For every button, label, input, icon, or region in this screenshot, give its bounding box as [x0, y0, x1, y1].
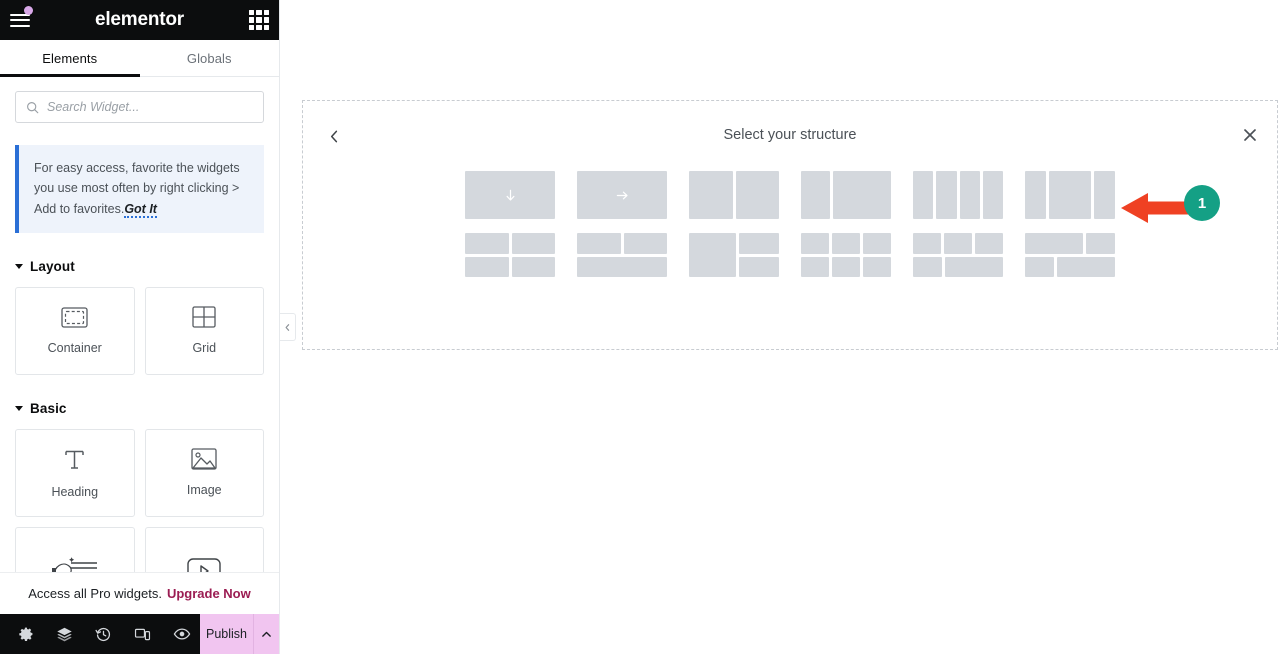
- panel-tabs: Elements Globals: [0, 40, 279, 77]
- notification-dot-icon: [24, 6, 33, 15]
- history-clock-icon[interactable]: [85, 614, 122, 654]
- elementor-editor: elementor Elements Globals Search Widget…: [0, 0, 1280, 654]
- tab-elements[interactable]: Elements: [0, 40, 140, 77]
- structure-narrow-wide-columns[interactable]: [801, 171, 891, 219]
- widget-grid-label: Grid: [192, 341, 217, 356]
- structure-single-column-vertical[interactable]: [465, 171, 555, 219]
- structure-three-by-two-grid[interactable]: [801, 233, 891, 277]
- navigator-layers-icon[interactable]: [46, 614, 83, 654]
- structure-selector-header: Select your structure: [303, 101, 1277, 171]
- editor-left-panel: elementor Elements Globals Search Widget…: [0, 0, 280, 654]
- section-layout: Layout Container Grid: [0, 259, 279, 375]
- structure-two-by-two-grid[interactable]: [465, 233, 555, 277]
- structure-row-1: [303, 171, 1277, 219]
- close-x-icon[interactable]: [1237, 122, 1263, 148]
- brand-title: elementor: [94, 9, 184, 30]
- footer-icon-group: [0, 614, 200, 654]
- structure-two-equal-columns[interactable]: [689, 171, 779, 219]
- structure-four-equal-columns[interactable]: [913, 171, 1003, 219]
- structure-selector-panel: Select your structure: [302, 100, 1278, 350]
- structure-options: [303, 171, 1277, 277]
- panel-footer: Publish: [0, 614, 279, 654]
- widget-container[interactable]: Container: [15, 286, 135, 375]
- widget-container-label: Container: [47, 340, 102, 355]
- structure-single-column-horizontal[interactable]: [577, 171, 667, 219]
- preview-eye-icon[interactable]: [163, 614, 200, 654]
- panel-body: For easy access, favorite the widgets yo…: [0, 77, 279, 654]
- upgrade-now-link[interactable]: Upgrade Now: [167, 586, 251, 601]
- search-icon: [27, 101, 39, 113]
- publish-button[interactable]: Publish: [200, 614, 253, 654]
- chevron-down-icon: [15, 263, 23, 269]
- hamburger-icon: [10, 13, 30, 27]
- section-basic-header[interactable]: Basic: [15, 401, 264, 416]
- section-layout-title: Layout: [30, 258, 75, 274]
- editor-canvas: Select your structure 1: [280, 0, 1280, 654]
- structure-row-2: [303, 233, 1277, 277]
- section-layout-header[interactable]: Layout: [15, 259, 264, 274]
- pro-upgrade-bar: Access all Pro widgets. Upgrade Now: [0, 572, 279, 614]
- settings-gear-icon[interactable]: [7, 614, 44, 654]
- responsive-mode-icon[interactable]: [124, 614, 161, 654]
- hamburger-menu-button[interactable]: [0, 0, 40, 40]
- got-it-button[interactable]: Got It: [124, 201, 157, 218]
- panel-collapse-handle[interactable]: [280, 313, 296, 341]
- image-icon: [191, 448, 217, 470]
- tab-globals[interactable]: Globals: [140, 40, 280, 76]
- layout-widget-grid: Container Grid: [15, 286, 264, 375]
- structure-three-top-two-bottom[interactable]: [913, 233, 1003, 277]
- chevron-down-icon: [15, 405, 23, 411]
- widget-grid[interactable]: Grid: [144, 286, 264, 375]
- search-area: [0, 77, 279, 123]
- structure-narrow-wide-narrow-columns[interactable]: [1025, 171, 1115, 219]
- heading-text-icon: [62, 447, 87, 472]
- search-box[interactable]: [15, 91, 264, 123]
- section-basic-title: Basic: [30, 400, 67, 416]
- structure-one-left-two-right[interactable]: [689, 233, 779, 277]
- structure-two-top-one-bottom[interactable]: [577, 233, 667, 277]
- publish-options-chevron-up-icon[interactable]: [252, 614, 279, 654]
- favorites-notice: For easy access, favorite the widgets yo…: [15, 145, 264, 233]
- grid-icon: [192, 306, 216, 328]
- structure-wide-narrow-then-narrow-wide[interactable]: [1025, 233, 1115, 277]
- panel-header: elementor: [0, 0, 279, 40]
- search-input[interactable]: [47, 100, 253, 114]
- arrow-right-icon: [615, 189, 630, 202]
- structure-selector-title: Select your structure: [723, 127, 857, 143]
- widget-heading-label: Heading: [51, 484, 99, 499]
- arrow-down-icon: [504, 188, 517, 203]
- pro-bar-text: Access all Pro widgets.: [28, 586, 162, 601]
- widget-heading[interactable]: Heading: [15, 428, 135, 517]
- container-icon: [61, 307, 88, 328]
- widget-image[interactable]: Image: [144, 428, 264, 517]
- widget-image-label: Image: [186, 483, 222, 498]
- apps-grid-icon[interactable]: [249, 10, 269, 30]
